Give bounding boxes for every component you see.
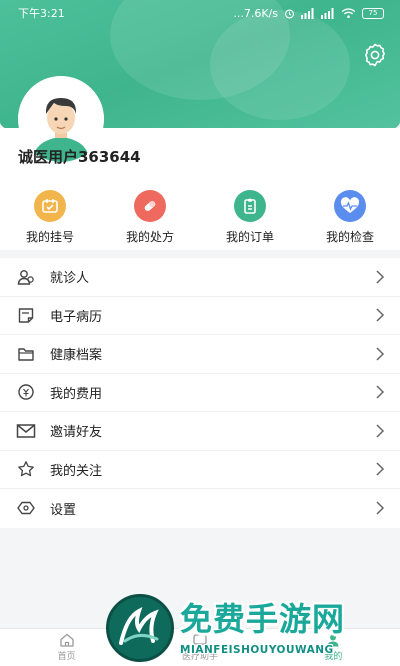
settings-gear-button[interactable]	[362, 42, 388, 68]
menu-label: 我的费用	[50, 386, 103, 402]
watermark-subtitle: MIANFEISHOUYOUWANG	[180, 644, 334, 656]
menu-item-invite[interactable]: 邀请好友	[0, 412, 400, 451]
menu-label: 我的关注	[50, 463, 103, 479]
alarm-icon	[285, 8, 294, 18]
quick-action-checkups[interactable]: 我的检查	[300, 190, 400, 246]
chevron-right-icon	[376, 462, 385, 476]
prescription-pill-icon	[134, 190, 166, 222]
chevron-right-icon	[376, 270, 385, 284]
signal-icon	[301, 7, 314, 19]
battery-icon: 75	[362, 7, 384, 19]
gear-icon	[365, 43, 385, 67]
settings-icon	[16, 498, 36, 518]
menu-label: 健康档案	[50, 348, 103, 364]
fee-coin-icon	[16, 382, 36, 402]
chevron-right-icon	[376, 308, 385, 322]
chevron-right-icon	[376, 501, 385, 515]
wifi-icon	[341, 7, 356, 18]
network-speed: ...7.6K/s	[233, 6, 278, 20]
heart-pulse-icon	[334, 190, 366, 222]
menu-label: 邀请好友	[50, 425, 103, 441]
health-folder-icon	[16, 344, 36, 364]
watermark-title: 免费手游网	[180, 600, 346, 638]
patients-icon	[16, 267, 36, 287]
menu-label: 就诊人	[50, 271, 90, 287]
nav-label: 首页	[57, 652, 76, 662]
menu-item-patients[interactable]: 就诊人	[0, 258, 400, 297]
quick-action-prescription[interactable]: 我的处方	[100, 190, 200, 246]
menu-label: 电子病历	[50, 309, 103, 325]
watermark: 免费手游网 MIANFEISHOUYOUWANG	[100, 594, 400, 666]
star-icon	[16, 459, 36, 479]
status-bar: 下午3:21 ...7.6K/s 75	[0, 0, 400, 26]
username: 诚医用户363644	[18, 148, 141, 166]
home-icon	[60, 633, 74, 647]
menu-item-medical-record[interactable]: 电子病历	[0, 297, 400, 335]
menu-list: 就诊人 电子病历 健康档案 我的费用 邀请好友 我的关注 设置	[0, 258, 400, 528]
quick-actions: 我的挂号 我的处方 我的订单 我的检查	[0, 190, 400, 246]
invite-mail-icon	[16, 421, 36, 441]
quick-action-orders[interactable]: 我的订单	[200, 190, 300, 246]
quick-action-registration[interactable]: 我的挂号	[0, 190, 100, 246]
quick-action-label: 我的检查	[325, 230, 374, 244]
chevron-right-icon	[376, 347, 385, 361]
menu-label: 设置	[50, 502, 77, 518]
chevron-right-icon	[376, 385, 385, 399]
menu-item-settings[interactable]: 设置	[0, 489, 400, 528]
watermark-logo	[106, 594, 174, 662]
status-time: 下午3:21	[18, 7, 65, 20]
signal-icon-2	[321, 7, 334, 19]
menu-item-health-archive[interactable]: 健康档案	[0, 335, 400, 374]
menu-item-following[interactable]: 我的关注	[0, 451, 400, 489]
menu-item-fees[interactable]: 我的费用	[0, 374, 400, 412]
quick-action-label: 我的处方	[125, 230, 174, 244]
quick-action-label: 我的订单	[225, 230, 274, 244]
registration-icon	[34, 190, 66, 222]
order-clipboard-icon	[234, 190, 266, 222]
medical-record-icon	[16, 305, 36, 325]
quick-action-label: 我的挂号	[25, 230, 74, 244]
chevron-right-icon	[376, 424, 385, 438]
